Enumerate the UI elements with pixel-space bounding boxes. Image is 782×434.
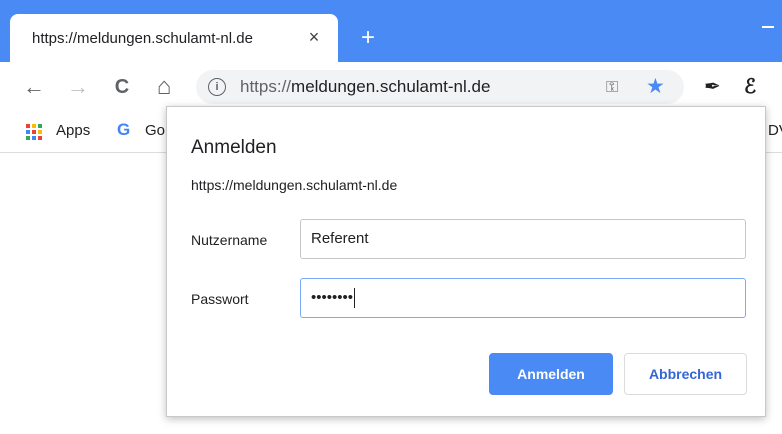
submit-button[interactable]: Anmelden bbox=[489, 353, 613, 395]
username-label: Nutzername bbox=[191, 232, 268, 248]
extension-icon[interactable]: ℰ bbox=[744, 74, 756, 99]
home-icon[interactable]: ⌂ bbox=[152, 75, 176, 99]
apps-dot bbox=[32, 124, 36, 128]
tab-strip: https://meldungen.schulamt-nl.de × + bbox=[0, 0, 782, 62]
reload-icon[interactable]: C bbox=[110, 75, 134, 99]
apps-dot bbox=[38, 130, 42, 134]
bookmark-google[interactable]: Go bbox=[145, 122, 165, 139]
tab-title: https://meldungen.schulamt-nl.de bbox=[32, 30, 253, 47]
toolbar: ← → C ⌂ i https://meldungen.schulamt-nl.… bbox=[0, 62, 782, 112]
apps-dot bbox=[32, 136, 36, 140]
apps-dot bbox=[38, 136, 42, 140]
dialog-title: Anmelden bbox=[191, 137, 277, 158]
address-bar[interactable]: i https://meldungen.schulamt-nl.de ⚿ ★ bbox=[196, 70, 684, 104]
username-input[interactable]: Referent bbox=[300, 219, 746, 259]
apps-dot bbox=[26, 136, 30, 140]
minimize-icon[interactable] bbox=[762, 26, 774, 28]
apps-dot bbox=[38, 124, 42, 128]
key-icon[interactable]: ⚿ bbox=[606, 79, 618, 97]
google-icon: G bbox=[117, 120, 131, 139]
url-host: meldungen.schulamt-nl.de bbox=[291, 77, 491, 96]
bookmark-truncated[interactable]: DV bbox=[768, 122, 782, 139]
url-text[interactable]: https://meldungen.schulamt-nl.de bbox=[240, 77, 490, 97]
star-icon[interactable]: ★ bbox=[646, 74, 665, 99]
apps-icon[interactable] bbox=[26, 124, 42, 140]
cancel-button[interactable]: Abbrechen bbox=[624, 353, 747, 395]
forward-arrow-icon[interactable]: → bbox=[66, 75, 90, 99]
eyedropper-icon[interactable]: ✒ bbox=[704, 74, 721, 99]
apps-dot bbox=[32, 130, 36, 134]
apps-dot bbox=[26, 130, 30, 134]
back-arrow-icon[interactable]: ← bbox=[22, 75, 46, 99]
url-scheme: https:// bbox=[240, 77, 292, 96]
password-label: Passwort bbox=[191, 291, 249, 307]
password-value: •••••••• bbox=[311, 289, 354, 306]
apps-dot bbox=[26, 124, 30, 128]
login-dialog: Anmelden https://meldungen.schulamt-nl.d… bbox=[166, 106, 766, 417]
info-icon[interactable]: i bbox=[208, 78, 226, 96]
text-caret bbox=[354, 288, 356, 309]
bookmark-apps[interactable]: Apps bbox=[56, 122, 90, 139]
tab-active[interactable]: https://meldungen.schulamt-nl.de × bbox=[10, 14, 338, 62]
close-icon[interactable]: × bbox=[304, 27, 324, 47]
dialog-origin: https://meldungen.schulamt-nl.de bbox=[191, 177, 398, 193]
plus-icon[interactable]: + bbox=[356, 26, 380, 50]
password-input[interactable]: •••••••• bbox=[300, 278, 746, 318]
